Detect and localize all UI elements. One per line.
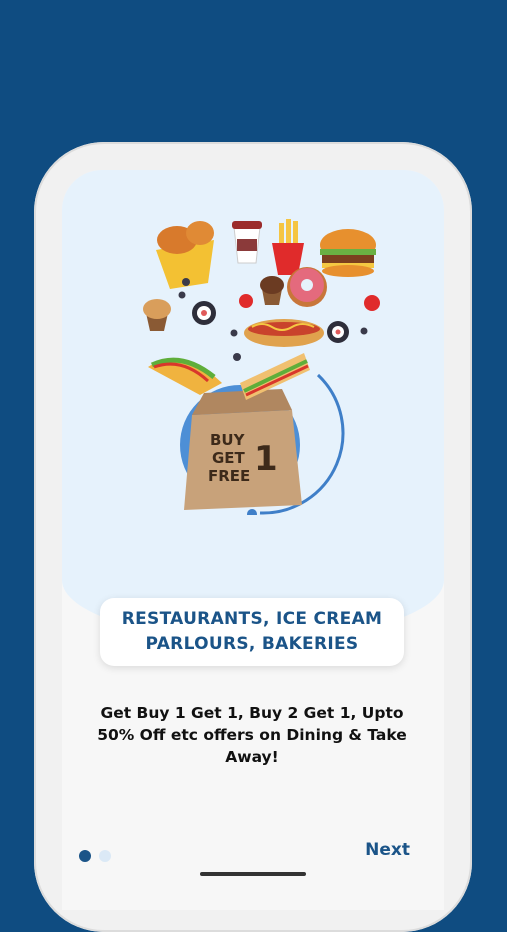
hotdog-icon xyxy=(244,319,324,347)
onboarding-description: Get Buy 1 Get 1, Buy 2 Get 1, Upto 50% O… xyxy=(97,704,407,766)
food-offer-illustration: BUY GET FREE 1 xyxy=(143,219,380,515)
orbit-dot-icon xyxy=(247,509,257,515)
app-screen: BUY GET FREE 1 RESTAURANTS, ICE CREAM PA… xyxy=(62,170,444,910)
page-dot-1[interactable] xyxy=(79,850,91,862)
page-dot-2[interactable] xyxy=(99,850,111,862)
coffee-cup-icon xyxy=(232,221,262,264)
olive-icon xyxy=(182,278,190,286)
home-indicator xyxy=(200,872,306,876)
next-button[interactable]: Next xyxy=(365,840,410,860)
olive-icon xyxy=(178,291,186,299)
olive-icon xyxy=(360,327,368,335)
page-indicator xyxy=(79,850,111,862)
fries-icon xyxy=(272,219,304,275)
onboarding-title: RESTAURANTS, ICE CREAM PARLOURS, BAKERIE… xyxy=(121,609,383,654)
olive-icon xyxy=(230,329,238,337)
burger-icon xyxy=(320,229,376,277)
bag-text-number: 1 xyxy=(254,439,278,479)
muffin-icon xyxy=(143,299,171,331)
bag-text-get: GET xyxy=(212,449,246,467)
donut-icon xyxy=(287,267,327,307)
title-card: RESTAURANTS, ICE CREAM PARLOURS, BAKERIE… xyxy=(100,598,404,666)
bag-text-buy: BUY xyxy=(210,431,246,449)
paper-bag-icon: BUY GET FREE 1 xyxy=(184,389,302,510)
muffin-icon xyxy=(260,276,284,305)
phone-frame: BUY GET FREE 1 RESTAURANTS, ICE CREAM PA… xyxy=(34,142,472,932)
taco-icon xyxy=(148,357,222,395)
bag-text-free: FREE xyxy=(208,467,250,485)
olive-icon xyxy=(233,353,241,361)
